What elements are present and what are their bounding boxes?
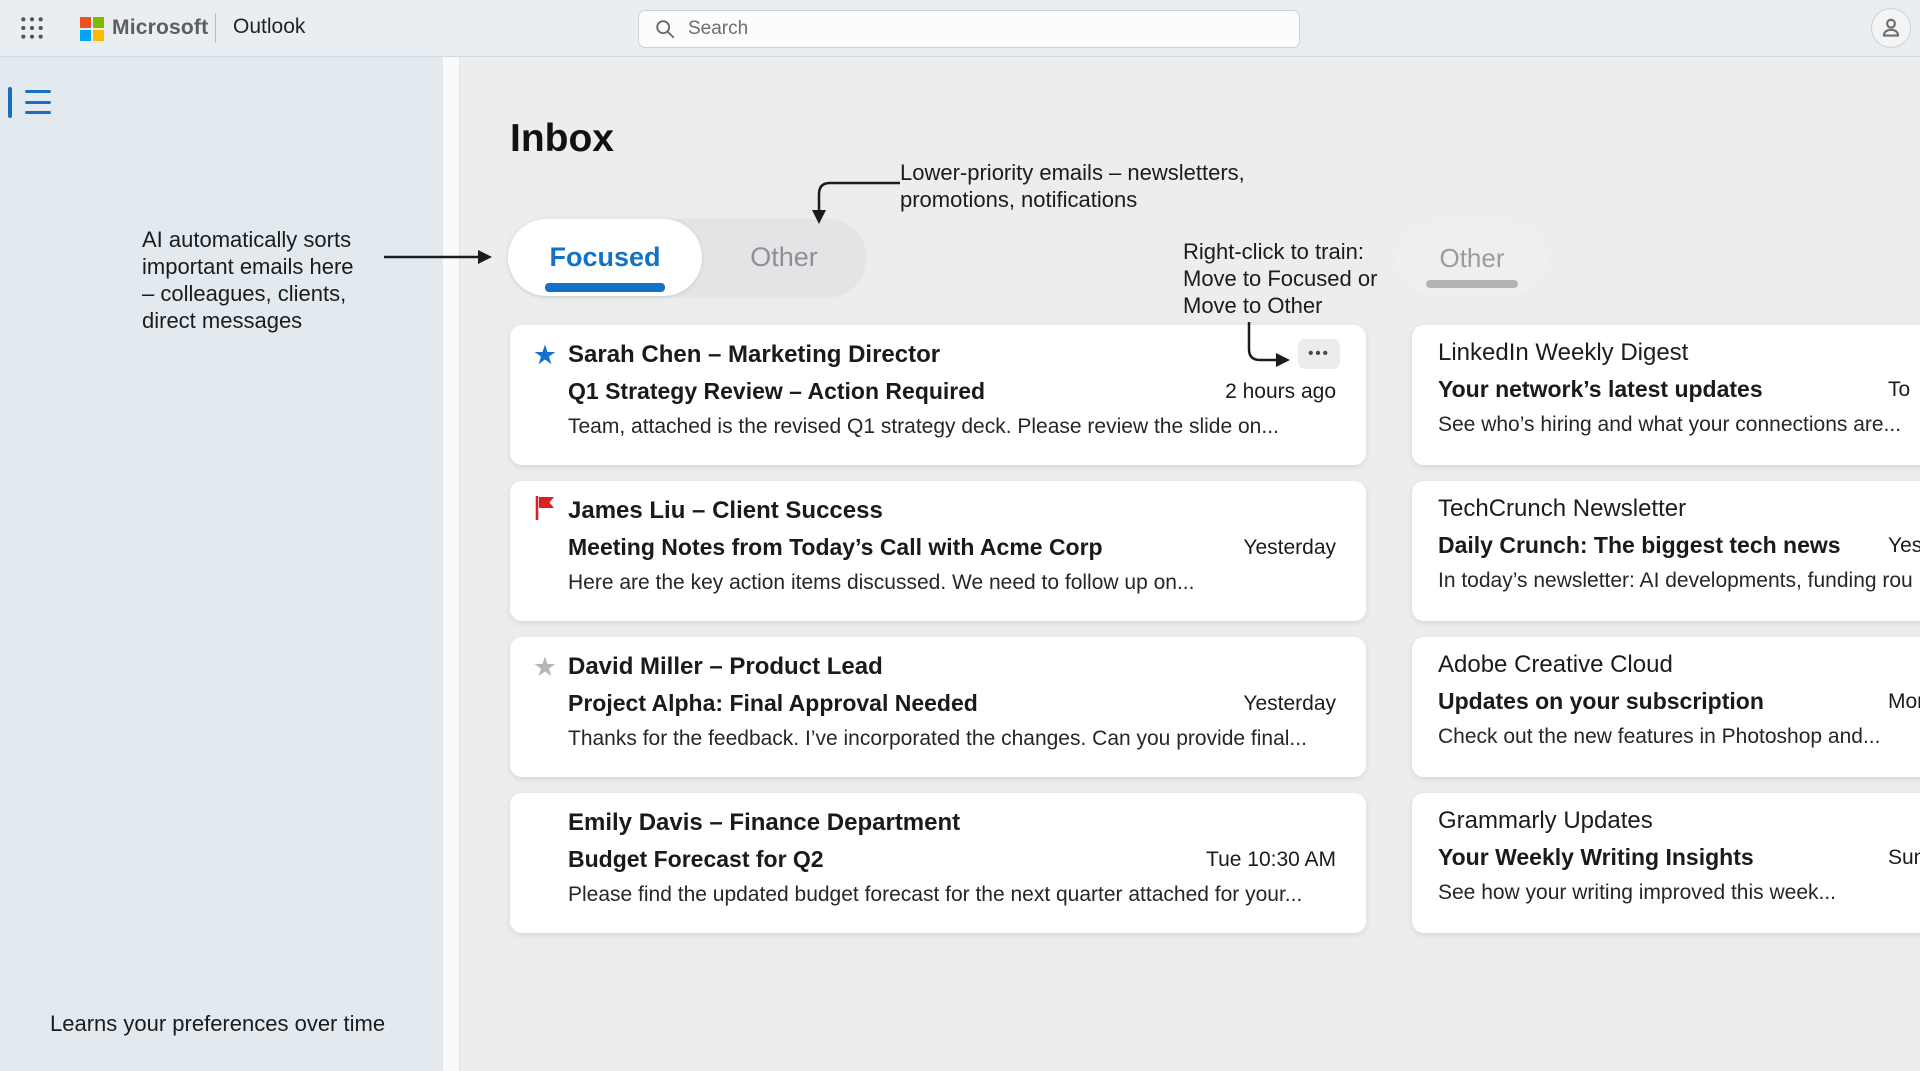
email-preview: Here are the key action items discussed.… xyxy=(568,571,1194,595)
app-name: Outlook xyxy=(233,15,305,39)
email-sender: James Liu – Client Success xyxy=(568,497,883,525)
search-input[interactable] xyxy=(688,18,1299,40)
topbar-divider xyxy=(215,13,216,43)
email-subject: Daily Crunch: The biggest tech news xyxy=(1438,532,1841,559)
email-sender: LinkedIn Weekly Digest xyxy=(1438,339,1688,367)
email-sender: David Miller – Product Lead xyxy=(568,653,883,681)
page-title: Inbox xyxy=(510,117,614,161)
other-tab-underline xyxy=(1426,280,1518,288)
inbox-tab-group: Focused Other xyxy=(508,219,866,296)
email-card-emily-davis[interactable]: Emily Davis – Finance Department Budget … xyxy=(510,793,1366,933)
tab-focused[interactable]: Focused xyxy=(508,219,702,296)
tab-other[interactable]: Other xyxy=(702,219,866,296)
annotation-ai-sorts: AI automatically sorts important emails … xyxy=(142,226,354,334)
email-time: Yesterday xyxy=(1243,692,1336,716)
annotation-line: Right-click to train: xyxy=(1183,238,1377,265)
email-sender: Grammarly Updates xyxy=(1438,807,1653,835)
email-card-adobe[interactable]: Adobe Creative Cloud Updates on your sub… xyxy=(1412,637,1920,777)
account-button[interactable] xyxy=(1871,8,1911,48)
topbar: Microsoft Outlook xyxy=(0,0,1920,57)
waffle-grid-icon xyxy=(19,15,45,41)
nav-accent-bar xyxy=(8,87,12,118)
flag-icon[interactable] xyxy=(530,495,560,527)
email-subject: Your Weekly Writing Insights xyxy=(1438,844,1754,871)
hamburger-menu-icon[interactable] xyxy=(25,90,51,114)
email-time: Yesterday xyxy=(1243,536,1336,560)
brand-name: Microsoft xyxy=(112,16,208,40)
email-time: 2 hours ago xyxy=(1225,380,1336,404)
email-preview: In today’s newsletter: AI developments, … xyxy=(1438,569,1913,593)
annotation-line: Move to Other xyxy=(1183,292,1377,319)
email-card-david-miller[interactable]: ★ David Miller – Product Lead Project Al… xyxy=(510,637,1366,777)
tab-other-right-pane[interactable]: Other xyxy=(1397,222,1547,295)
annotation-line: promotions, notifications xyxy=(900,186,1245,213)
email-card-grammarly[interactable]: Grammarly Updates Your Weekly Writing In… xyxy=(1412,793,1920,933)
email-preview: Check out the new features in Photoshop … xyxy=(1438,725,1880,749)
email-subject: Updates on your subscription xyxy=(1438,688,1764,715)
annotation-line: – colleagues, clients, xyxy=(142,280,354,307)
tab-focused-label: Focused xyxy=(549,242,660,272)
more-options-button[interactable]: ••• xyxy=(1298,339,1340,369)
email-preview: See who’s hiring and what your connectio… xyxy=(1438,413,1901,437)
email-subject: Budget Forecast for Q2 xyxy=(568,846,824,873)
email-preview: Please find the updated budget forecast … xyxy=(568,883,1302,907)
email-card-linkedin[interactable]: LinkedIn Weekly Digest Your network’s la… xyxy=(1412,325,1920,465)
email-time: To xyxy=(1888,378,1910,402)
email-time: Tue 10:30 AM xyxy=(1206,848,1336,872)
annotation-line: Move to Focused or xyxy=(1183,265,1377,292)
focused-tab-underline xyxy=(545,283,665,292)
annotation-line: AI automatically sorts xyxy=(142,226,354,253)
email-card-sarah-chen[interactable]: ★ Sarah Chen – Marketing Director Q1 Str… xyxy=(510,325,1366,465)
email-time: Mon xyxy=(1888,690,1920,714)
email-preview: Thanks for the feedback. I’ve incorporat… xyxy=(568,727,1307,751)
app-launcher-icon[interactable] xyxy=(16,13,48,45)
email-time: Sun xyxy=(1888,846,1920,870)
star-gray-icon[interactable]: ★ xyxy=(530,651,560,683)
tab-other-label: Other xyxy=(750,242,818,272)
email-time: Yest xyxy=(1888,534,1920,558)
annotation-line: Lower-priority emails – newsletters, xyxy=(900,159,1245,186)
main-content: Inbox Lower-priority emails – newsletter… xyxy=(443,57,1920,1071)
email-subject: Q1 Strategy Review – Action Required xyxy=(568,378,985,405)
search-icon xyxy=(654,18,676,40)
annotation-right-click-train: Right-click to train: Move to Focused or… xyxy=(1183,238,1377,319)
email-subject: Meeting Notes from Today’s Call with Acm… xyxy=(568,534,1103,561)
microsoft-logo-icon xyxy=(80,17,104,41)
search-box[interactable] xyxy=(638,10,1300,48)
email-subject: Project Alpha: Final Approval Needed xyxy=(568,690,978,717)
tab-other-right-label: Other xyxy=(1439,243,1504,273)
email-card-james-liu[interactable]: James Liu – Client Success Meeting Notes… xyxy=(510,481,1366,621)
email-sender: Sarah Chen – Marketing Director xyxy=(568,341,940,369)
person-icon xyxy=(1878,15,1904,41)
email-sender: Emily Davis – Finance Department xyxy=(568,809,960,837)
star-filled-icon[interactable]: ★ xyxy=(530,339,560,371)
pane-divider xyxy=(443,57,460,1071)
email-subject: Your network’s latest updates xyxy=(1438,376,1763,403)
email-sender: TechCrunch Newsletter xyxy=(1438,495,1686,523)
email-preview: Team, attached is the revised Q1 strateg… xyxy=(568,415,1279,439)
sidebar: AI automatically sorts important emails … xyxy=(0,57,443,1071)
annotation-line: direct messages xyxy=(142,307,354,334)
email-preview: See how your writing improved this week.… xyxy=(1438,881,1836,905)
annotation-learns-preferences: Learns your preferences over time xyxy=(50,1010,385,1037)
email-card-techcrunch[interactable]: TechCrunch Newsletter Daily Crunch: The … xyxy=(1412,481,1920,621)
annotation-lower-priority: Lower-priority emails – newsletters, pro… xyxy=(900,159,1245,213)
annotation-line: important emails here xyxy=(142,253,354,280)
email-sender: Adobe Creative Cloud xyxy=(1438,651,1673,679)
